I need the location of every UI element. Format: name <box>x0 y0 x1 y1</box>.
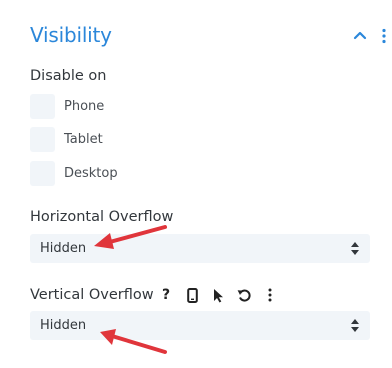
vertical-dots-icon[interactable] <box>380 28 388 44</box>
disable-on-label: Disable on <box>30 68 107 84</box>
select-arrows-icon <box>351 319 359 332</box>
horizontal-overflow-label: Horizontal Overflow <box>30 209 174 225</box>
desktop-checkbox[interactable] <box>30 160 55 186</box>
phone-checkbox[interactable] <box>30 93 55 119</box>
phone-icon[interactable] <box>184 286 200 304</box>
help-icon[interactable]: ? <box>158 286 174 304</box>
horizontal-overflow-value: Hidden <box>40 241 87 256</box>
phone-label: Phone <box>64 98 105 114</box>
vertical-overflow-tools: ? <box>158 286 288 304</box>
desktop-label: Desktop <box>64 165 118 181</box>
undo-icon[interactable] <box>236 286 252 304</box>
vertical-dots-icon[interactable] <box>262 286 278 304</box>
vertical-overflow-label: Vertical Overflow <box>30 287 154 303</box>
visibility-panel: Visibility Disable on Phone Tablet Deskt… <box>0 0 392 368</box>
section-title[interactable]: Visibility <box>30 23 112 47</box>
cursor-icon[interactable] <box>210 286 226 304</box>
tablet-checkbox[interactable] <box>30 126 55 152</box>
disable-phone-option[interactable]: Phone <box>30 93 104 119</box>
vertical-overflow-select[interactable]: Hidden <box>30 311 370 340</box>
disable-desktop-option[interactable]: Desktop <box>30 160 118 186</box>
horizontal-overflow-select[interactable]: Hidden <box>30 234 370 263</box>
disable-tablet-option[interactable]: Tablet <box>30 126 103 152</box>
tablet-label: Tablet <box>64 131 103 147</box>
vertical-overflow-value: Hidden <box>40 318 87 333</box>
select-arrows-icon <box>351 242 359 255</box>
chevron-up-icon[interactable] <box>352 29 368 41</box>
